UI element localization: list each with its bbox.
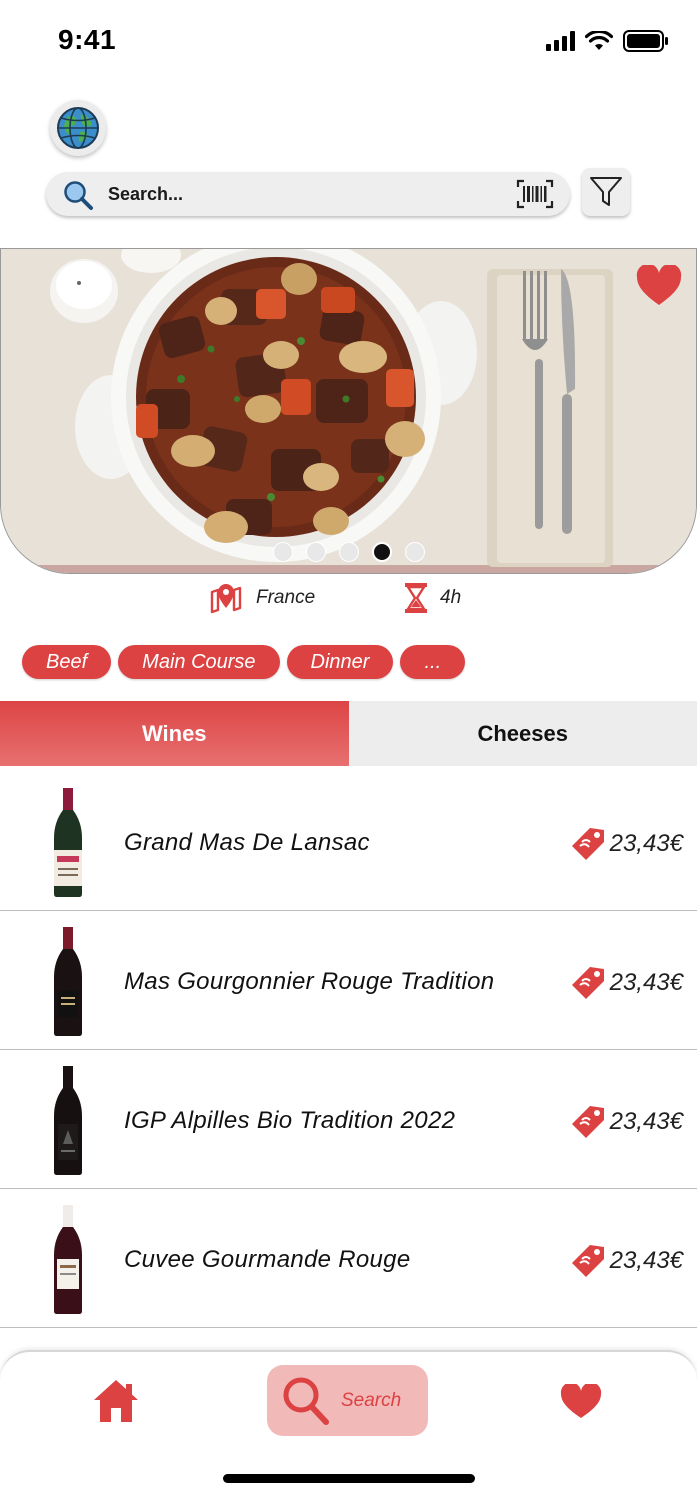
battery-icon bbox=[623, 30, 669, 52]
status-bar: 9:41 bbox=[0, 0, 697, 86]
filter-button[interactable] bbox=[582, 168, 630, 216]
favorite-heart-icon[interactable] bbox=[636, 265, 682, 307]
carousel-dot[interactable] bbox=[306, 542, 326, 562]
home-icon[interactable] bbox=[92, 1378, 140, 1429]
wine-list: Grand Mas De Lansac 23,43€ Mas Gourgonni… bbox=[0, 772, 697, 1328]
wine-list-item[interactable]: Mas Gourgonnier Rouge Tradition 23,43€ bbox=[0, 911, 697, 1050]
cellular-signal-icon bbox=[546, 31, 575, 51]
price-value: 23,43€ bbox=[609, 1108, 683, 1135]
tag-beef[interactable]: Beef bbox=[22, 645, 112, 679]
home-indicator bbox=[223, 1474, 475, 1483]
search-input[interactable]: Search... bbox=[108, 184, 183, 205]
wine-name: Mas Gourgonnier Rouge Tradition bbox=[124, 968, 495, 995]
filter-icon bbox=[590, 177, 622, 206]
barcode-scan-icon[interactable] bbox=[516, 179, 554, 214]
price-value: 23,43€ bbox=[609, 830, 683, 857]
nav-search-button[interactable]: Search bbox=[267, 1365, 428, 1436]
status-time: 9:41 bbox=[58, 24, 117, 55]
carousel-dot[interactable] bbox=[405, 542, 425, 562]
wine-name: Cuvee Gourmande Rouge bbox=[124, 1246, 411, 1273]
recipe-tags: Beef Main Course Dinner ... bbox=[22, 645, 466, 679]
price-value: 23,43€ bbox=[609, 969, 683, 996]
price-tag-icon bbox=[571, 967, 604, 999]
wine-name: Grand Mas De Lansac bbox=[124, 829, 370, 856]
wine-price: 23,43€ bbox=[570, 1244, 683, 1278]
globe-icon bbox=[57, 107, 99, 149]
carousel-dot[interactable] bbox=[273, 542, 293, 562]
duration-label: 4h bbox=[440, 587, 462, 608]
wine-price: 23,43€ bbox=[570, 966, 683, 1000]
wine-price: 23,43€ bbox=[570, 1105, 683, 1139]
tag-main-course[interactable]: Main Course bbox=[118, 645, 280, 679]
carousel-dots bbox=[273, 542, 425, 562]
map-pin-icon bbox=[210, 584, 242, 614]
wine-bottle-image bbox=[48, 1203, 88, 1320]
wine-bottle-image bbox=[48, 925, 88, 1042]
wine-list-item[interactable]: Cuvee Gourmande Rouge 23,43€ bbox=[0, 1189, 697, 1328]
wine-list-item[interactable]: Grand Mas De Lansac 23,43€ bbox=[0, 772, 697, 911]
carousel-dot-active[interactable] bbox=[372, 542, 392, 562]
wine-bottle-image bbox=[48, 1064, 88, 1181]
status-icons bbox=[546, 30, 669, 52]
bottom-navigation: Search bbox=[0, 1350, 697, 1508]
wine-bottle-image bbox=[48, 786, 88, 903]
recipe-hero-image[interactable] bbox=[0, 248, 697, 574]
search-bar[interactable]: Search... bbox=[46, 172, 570, 216]
price-tag-icon bbox=[571, 828, 604, 860]
wifi-icon bbox=[585, 31, 613, 51]
recipe-duration: 4h bbox=[404, 582, 461, 614]
nav-search-label: Search bbox=[341, 1389, 402, 1411]
language-globe-button[interactable] bbox=[50, 100, 106, 156]
price-value: 23,43€ bbox=[609, 1247, 683, 1274]
wine-list-item[interactable]: IGP Alpilles Bio Tradition 2022 23,43€ bbox=[0, 1050, 697, 1189]
recipe-origin: France bbox=[208, 582, 315, 614]
price-tag-icon bbox=[571, 1245, 604, 1277]
search-icon bbox=[283, 1377, 329, 1425]
tag-more[interactable]: ... bbox=[400, 645, 466, 679]
hourglass-icon bbox=[405, 583, 427, 613]
wine-name: IGP Alpilles Bio Tradition 2022 bbox=[124, 1107, 456, 1134]
carousel-dot[interactable] bbox=[339, 542, 359, 562]
tab-cheeses[interactable]: Cheeses bbox=[348, 701, 697, 766]
tab-wines[interactable]: Wines bbox=[0, 701, 349, 766]
heart-icon[interactable] bbox=[560, 1382, 602, 1425]
pairing-tabs: Wines Cheeses bbox=[0, 701, 697, 766]
price-tag-icon bbox=[571, 1106, 604, 1138]
wine-price: 23,43€ bbox=[570, 827, 683, 861]
search-icon bbox=[62, 179, 94, 216]
beef-stew-photo bbox=[1, 249, 696, 573]
origin-label: France bbox=[256, 587, 316, 608]
tag-dinner[interactable]: Dinner bbox=[286, 645, 394, 679]
